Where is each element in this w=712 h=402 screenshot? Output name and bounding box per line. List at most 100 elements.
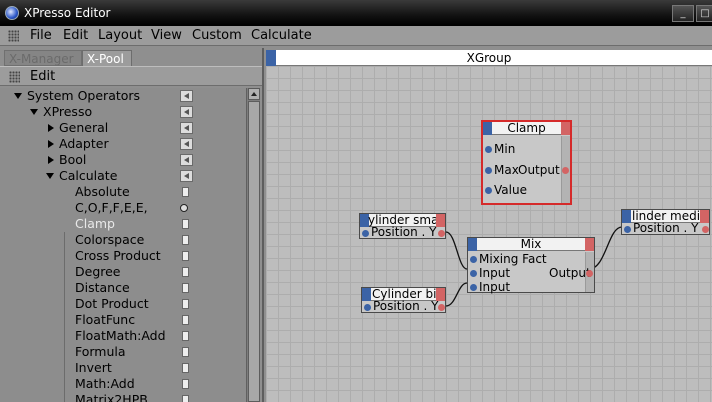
node-output-port-add[interactable] (561, 122, 570, 135)
node-input-port-add[interactable] (362, 288, 371, 301)
tree-item-formula[interactable]: Formula (0, 344, 246, 360)
operator-icon (182, 283, 189, 293)
port-max-dot[interactable] (485, 167, 492, 174)
port-position-y: Position . Y (633, 221, 699, 235)
port-input-2: Input (479, 280, 511, 294)
node-cylinder-big[interactable]: Cylinder big Position . Y (361, 287, 446, 313)
operator-icon (182, 187, 189, 197)
operator-icon (182, 267, 189, 277)
node-output-port-add[interactable] (585, 238, 594, 251)
tree-item-floatfunc[interactable]: FloatFunc (0, 312, 246, 328)
maximize-button[interactable]: □ (696, 5, 712, 22)
collapse-arrow-icon[interactable] (48, 156, 54, 164)
port-in-dot[interactable] (362, 230, 369, 237)
menu-edit[interactable]: Edit (63, 28, 88, 43)
tree-item-math-add[interactable]: Math:Add (0, 376, 246, 392)
menu-custom[interactable]: Custom (192, 28, 242, 43)
port-position-y: Position . Y (371, 225, 437, 239)
menu-grip-icon[interactable] (8, 30, 19, 42)
tree-item-calculate[interactable]: Calculate (0, 168, 246, 184)
speaker-icon (180, 106, 193, 118)
node-header: Mix (468, 238, 594, 251)
collapse-arrow-icon[interactable] (48, 124, 54, 132)
tree-item-floatmath-add[interactable]: FloatMath:Add (0, 328, 246, 344)
xgroup-header: XGroup (266, 50, 712, 66)
tree-item-colorspace[interactable]: Colorspace (0, 232, 246, 248)
port-output-dot[interactable] (438, 230, 445, 237)
port-output-dot[interactable] (438, 304, 445, 311)
operator-icon (182, 315, 189, 325)
node-input-port-add[interactable] (622, 210, 631, 223)
port-in-dot[interactable] (364, 304, 371, 311)
port-mixing-factor: Mixing Fact (479, 252, 547, 266)
tree-item-degree[interactable]: Degree (0, 264, 246, 280)
port-input-2-dot[interactable] (470, 284, 477, 291)
operator-icon (182, 363, 189, 373)
xpresso-editor-window: XPresso Editor _ □ File Edit Layout View… (0, 0, 712, 402)
window-title: XPresso Editor (24, 6, 111, 20)
tree-item-absolute[interactable]: Absolute (0, 184, 246, 200)
menu-file[interactable]: File (30, 28, 52, 43)
operator-icon (182, 395, 189, 402)
tree-item-general[interactable]: General (0, 120, 246, 136)
node-input-port-add[interactable] (483, 122, 492, 135)
tab-x-pool[interactable]: X-Pool (82, 50, 132, 66)
tree-item-distance[interactable]: Distance (0, 280, 246, 296)
operator-icon (182, 379, 189, 389)
speaker-icon (180, 170, 193, 182)
node-body: Position . Y (360, 225, 445, 239)
port-output-dot[interactable] (702, 226, 709, 233)
menu-view[interactable]: View (151, 28, 182, 43)
wire-cyl-small-to-mix-input (445, 231, 468, 270)
operator-icon (182, 235, 189, 245)
port-min-dot[interactable] (485, 146, 492, 153)
cinema4d-app-icon (5, 6, 19, 20)
coffee-node-icon (180, 204, 188, 212)
operator-icon (182, 331, 189, 341)
tree-item-invert[interactable]: Invert (0, 360, 246, 376)
port-output-dot[interactable] (562, 167, 569, 174)
node-clamp[interactable]: Clamp Min Max Output Value (482, 121, 571, 204)
expand-arrow-icon[interactable] (46, 173, 54, 179)
tree-item-coffee[interactable]: C,O,F,F,E,E, (0, 200, 246, 216)
tree-scrollbar[interactable] (246, 88, 260, 402)
menu-layout[interactable]: Layout (98, 28, 142, 43)
panel-grip-icon[interactable] (9, 71, 20, 83)
port-input-1-dot[interactable] (470, 270, 477, 277)
port-mixing-factor-dot[interactable] (470, 256, 477, 263)
node-output-port-add[interactable] (700, 210, 709, 223)
node-mix[interactable]: Mix Mixing Fact Input Output Input (467, 237, 595, 294)
port-output-label: Output (518, 163, 560, 177)
tree-item-adapter[interactable]: Adapter (0, 136, 246, 152)
minimize-button[interactable]: _ (672, 5, 694, 22)
node-input-port-add[interactable] (468, 238, 477, 251)
port-in-dot[interactable] (624, 226, 631, 233)
tab-x-manager[interactable]: X-Manager (4, 50, 82, 66)
operator-icon (182, 299, 189, 309)
port-output-label: Output (549, 266, 591, 280)
tree-item-xpresso[interactable]: XPresso (0, 104, 246, 120)
node-output-port-add[interactable] (436, 214, 445, 227)
tree-item-bool[interactable]: Bool (0, 152, 246, 168)
node-canvas[interactable]: Clamp Min Max Output Value ylinder sma P… (266, 66, 712, 402)
node-cylinder-medium[interactable]: linder mediu Position . Y (621, 209, 710, 235)
port-output-dot[interactable] (586, 270, 593, 277)
scroll-up-arrow-icon[interactable] (248, 88, 260, 100)
node-cylinder-small[interactable]: ylinder sma Position . Y (359, 213, 446, 239)
tree-item-matrix2hpb[interactable]: Matrix2HPB (0, 392, 246, 402)
expand-arrow-icon[interactable] (30, 109, 38, 115)
scroll-thumb[interactable] (248, 101, 260, 402)
tree-item-dot-product[interactable]: Dot Product (0, 296, 246, 312)
tree-item-clamp[interactable]: Clamp (0, 216, 246, 232)
node-body: Mixing Fact Input Output Input (468, 252, 594, 294)
collapse-arrow-icon[interactable] (48, 140, 54, 148)
panel-menu-edit[interactable]: Edit (30, 69, 55, 84)
port-min: Min (494, 142, 516, 156)
port-value-dot[interactable] (485, 187, 492, 194)
tree-item-cross-product[interactable]: Cross Product (0, 248, 246, 264)
node-title: Mix (520, 238, 542, 251)
menu-calculate[interactable]: Calculate (251, 28, 312, 43)
expand-arrow-icon[interactable] (14, 93, 22, 99)
speaker-icon (180, 122, 193, 134)
tree-item-system-operators[interactable]: System Operators (0, 88, 246, 104)
